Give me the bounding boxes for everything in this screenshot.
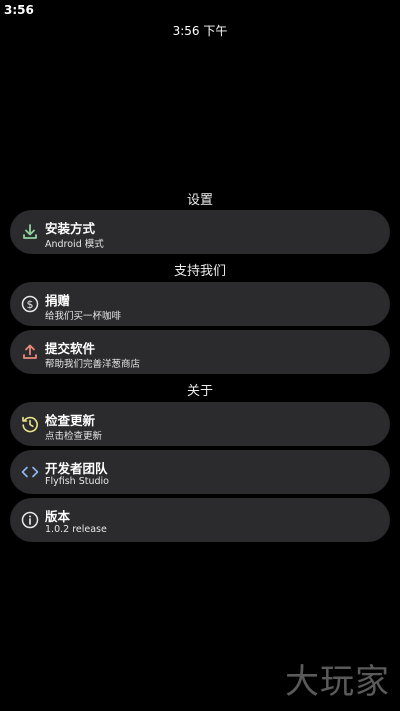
install-method-subtitle: Android 模式 xyxy=(45,239,104,250)
section-title-support: 支持我们 xyxy=(173,264,226,279)
check-update-title: 检查更新 xyxy=(45,413,96,428)
donate-title: 捐赠 xyxy=(45,293,71,308)
developer-team-subtitle: Flyfish Studio xyxy=(45,476,109,487)
section-title-about: 关于 xyxy=(186,384,213,399)
submit-app-item[interactable]: 提交软件 帮助我们完善洋葱商店 xyxy=(10,330,390,374)
status-bar-time: 3:56 xyxy=(4,3,34,17)
version-item[interactable]: 版本 1.0.2 release xyxy=(10,498,390,542)
check-update-item[interactable]: 检查更新 点击检查更新 xyxy=(10,402,390,446)
upload-icon xyxy=(23,344,37,359)
svg-text:$: $ xyxy=(27,298,34,311)
code-icon xyxy=(21,466,39,478)
donate-subtitle: 给我们买一杯咖啡 xyxy=(45,311,122,322)
install-method-title: 安装方式 xyxy=(45,221,96,236)
dollar-coin-icon: $ xyxy=(21,295,39,313)
download-icon xyxy=(23,224,37,239)
submit-app-subtitle: 帮助我们完善洋葱商店 xyxy=(45,359,141,370)
developer-team-title: 开发者团队 xyxy=(45,461,108,476)
section-title-settings: 设置 xyxy=(186,193,213,208)
install-method-item[interactable]: 安装方式 Android 模式 xyxy=(10,210,390,254)
watermark-logo: 大玩家 xyxy=(285,662,390,702)
screen: 3:56 3:56 下午 设置 安装方式 Android 模式 支持我们 $ 捐… xyxy=(0,0,400,711)
history-icon xyxy=(22,416,38,433)
header-time: 3:56 下午 xyxy=(172,24,228,38)
version-title: 版本 xyxy=(45,509,71,524)
version-subtitle: 1.0.2 release xyxy=(45,524,107,535)
donate-item[interactable]: $ 捐赠 给我们买一杯咖啡 xyxy=(10,282,390,326)
check-update-subtitle: 点击检查更新 xyxy=(45,431,103,442)
info-icon xyxy=(21,511,39,529)
developer-team-item[interactable]: 开发者团队 Flyfish Studio xyxy=(10,450,390,494)
submit-app-title: 提交软件 xyxy=(45,341,96,356)
